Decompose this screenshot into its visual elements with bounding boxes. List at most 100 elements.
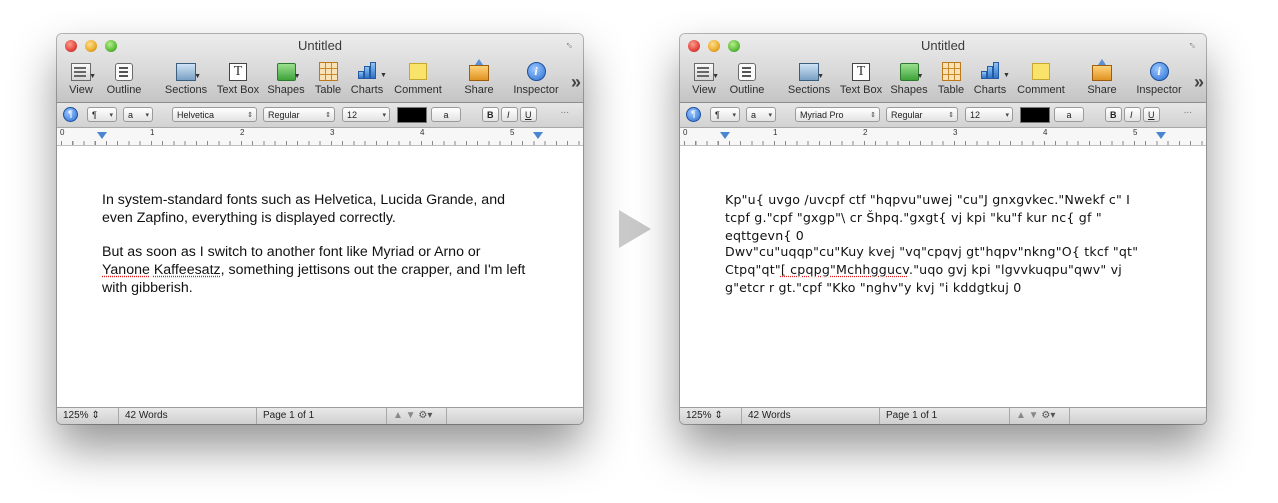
table-button[interactable]: Table — [311, 59, 345, 99]
zoom-select[interactable]: 125% ⇕ — [57, 408, 119, 424]
right-indent-marker[interactable] — [1156, 132, 1166, 139]
view-button[interactable]: ▼ View — [686, 59, 722, 99]
underline-button[interactable]: U — [520, 107, 537, 122]
font-size-field[interactable]: 12 ▾ — [965, 107, 1013, 122]
textbox-icon: T — [229, 63, 247, 81]
inspector-button[interactable]: i Inspector — [513, 59, 559, 99]
table-button[interactable]: Table — [934, 59, 968, 99]
sections-button[interactable]: ▼ Sections — [163, 59, 209, 99]
gear-icon: ⚙▾ — [1041, 410, 1056, 421]
font-size-field[interactable]: 12 ▾ — [342, 107, 390, 122]
view-button[interactable]: ▼ View — [63, 59, 99, 99]
format-more-icon[interactable]: ... — [561, 105, 569, 116]
misspelled-word: Yanone — [102, 262, 150, 278]
gear-icon: ⚙▾ — [418, 410, 433, 421]
bold-button[interactable]: B — [482, 107, 499, 122]
character-style-select[interactable]: a ▾ — [123, 107, 153, 122]
outline-icon — [738, 63, 756, 81]
styles-drawer-icon[interactable]: ¶ — [63, 107, 78, 122]
word-count[interactable]: 42 Words — [742, 408, 880, 424]
italic-button[interactable]: I — [1124, 107, 1141, 122]
ruler[interactable]: 0 1 2 3 4 5 — [680, 128, 1206, 146]
format-bar: ¶ ¶ ▾ a ▾ Myriad Pro ⇕ Regular ⇕ 12 ▾ a B I U… — [680, 103, 1206, 128]
text-color-well[interactable] — [1020, 107, 1050, 123]
comment-icon — [1032, 63, 1050, 80]
highlight-color-well[interactable]: a — [1054, 107, 1084, 122]
shapes-icon: ▼ — [276, 63, 301, 81]
view-icon: ▼ — [694, 63, 719, 81]
page-nav[interactable]: ▲ ▼ ⚙▾ — [1010, 408, 1070, 424]
text-color-well[interactable] — [397, 107, 427, 123]
typeface-select[interactable]: Regular ⇕ — [263, 107, 335, 122]
character-style-select[interactable]: a ▾ — [746, 107, 776, 122]
inspector-icon: i — [526, 62, 546, 81]
comment-button[interactable]: Comment — [1017, 59, 1065, 99]
sections-button[interactable]: ▼ Sections — [786, 59, 832, 99]
font-family-select[interactable]: Helvetica ⇕ — [172, 107, 257, 122]
shapes-button[interactable]: ▼ Shapes — [267, 59, 305, 99]
status-bar: 125% ⇕ 42 Words Page 1 of 1 ▲ ▼ ⚙▾ — [680, 407, 1206, 424]
charts-icon: ▼ — [358, 62, 387, 79]
bold-button[interactable]: B — [1105, 107, 1122, 122]
word-count[interactable]: 42 Words — [119, 408, 257, 424]
paragraph-style-select[interactable]: ¶ ▾ — [87, 107, 117, 122]
left-indent-marker[interactable] — [720, 132, 730, 139]
shapes-button[interactable]: ▼ Shapes — [890, 59, 928, 99]
share-icon — [469, 59, 489, 81]
view-icon: ▼ — [71, 63, 96, 81]
textbox-button[interactable]: T Text Box — [215, 59, 261, 99]
misspelled-word: Kaffeesatz — [153, 262, 221, 278]
right-indent-marker[interactable] — [533, 132, 543, 139]
right-arrow-icon — [619, 210, 651, 248]
document-page[interactable]: Kp"u{ uvgo /uvcpf ctf "hqpvu"uwej "cu"J … — [680, 146, 1206, 408]
format-more-icon[interactable]: ... — [1184, 105, 1192, 116]
sections-icon: ▼ — [799, 63, 824, 81]
window-title: Untitled — [920, 38, 966, 53]
paragraph-2: But as soon as I switch to another font … — [102, 244, 526, 296]
charts-button[interactable]: ▼ Charts — [972, 59, 1010, 99]
toolbar-overflow-icon[interactable]: » — [1194, 72, 1204, 93]
typeface-select[interactable]: Regular ⇕ — [886, 107, 958, 122]
pages-window-right: Untitled ⇔ ▼ View Outline ▼ Sections T T… — [680, 34, 1206, 424]
outline-icon — [115, 63, 133, 81]
shapes-icon: ▼ — [899, 63, 924, 81]
paragraph-style-select[interactable]: ¶ ▾ — [710, 107, 740, 122]
page-number: Page 1 of 1 — [257, 408, 387, 424]
italic-button[interactable]: I — [501, 107, 518, 122]
page-nav[interactable]: ▲ ▼ ⚙▾ — [387, 408, 447, 424]
charts-icon: ▼ — [981, 62, 1010, 79]
outline-button[interactable]: Outline — [726, 59, 768, 99]
charts-button[interactable]: ▼ Charts — [349, 59, 387, 99]
status-bar: 125% ⇕ 42 Words Page 1 of 1 ▲ ▼ ⚙▾ — [57, 407, 583, 424]
paragraph-1: In system-standard fonts such as Helveti… — [102, 192, 505, 226]
underline-button[interactable]: U — [1143, 107, 1160, 122]
comment-button[interactable]: Comment — [394, 59, 442, 99]
share-icon — [1092, 59, 1112, 81]
font-family-select[interactable]: Myriad Pro ⇕ — [795, 107, 880, 122]
highlight-color-well[interactable]: a — [431, 107, 461, 122]
comment-icon — [409, 63, 427, 80]
toolbar-overflow-icon[interactable]: » — [571, 72, 581, 93]
left-indent-marker[interactable] — [97, 132, 107, 139]
misspelled-word: [ cpqpg"Mchhggucv — [780, 262, 909, 277]
textbox-icon: T — [852, 63, 870, 81]
inspector-icon: i — [1149, 62, 1169, 81]
zoom-select[interactable]: 125% ⇕ — [680, 408, 742, 424]
document-page[interactable]: In system-standard fonts such as Helveti… — [57, 146, 583, 408]
textbox-button[interactable]: T Text Box — [838, 59, 884, 99]
sections-icon: ▼ — [176, 63, 201, 81]
format-bar: ¶ ¶ ▾ a ▾ Helvetica ⇕ Regular ⇕ 12 ▾ a B I U … — [57, 103, 583, 128]
table-icon — [941, 62, 961, 81]
outline-button[interactable]: Outline — [103, 59, 145, 99]
pages-window-left: Untitled ⇔ ▼ View Outline ▼ Sections T T… — [57, 34, 583, 424]
paragraph-2: Dwv"cu"uqqp"cu"Kuy kvej "vq"cpqvj gt"hqp… — [725, 244, 1139, 295]
toolbar: Untitled ⇔ ▼ View Outline ▼ Sections T T… — [680, 34, 1206, 103]
ruler[interactable]: 0 1 2 3 4 5 — [57, 128, 583, 146]
window-title: Untitled — [297, 38, 343, 53]
styles-drawer-icon[interactable]: ¶ — [686, 107, 701, 122]
toolbar: Untitled ⇔ ▼ View Outline ▼ Sections T T… — [57, 34, 583, 103]
share-button[interactable]: Share — [461, 59, 497, 99]
paragraph-1: Kp"u{ uvgo /uvcpf ctf "hqpvu"uwej "cu"J … — [725, 192, 1131, 243]
inspector-button[interactable]: i Inspector — [1136, 59, 1182, 99]
share-button[interactable]: Share — [1084, 59, 1120, 99]
